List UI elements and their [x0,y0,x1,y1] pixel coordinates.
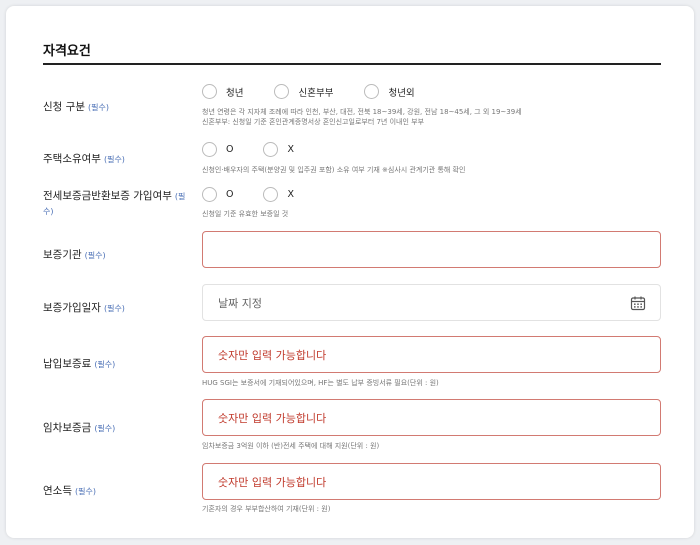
apply-type-radio-group: 청년 신혼부부 청년외 [202,84,415,99]
house-owner-help: 신청인·배우자의 주택(분양권 및 입주권 포함) 소유 여부 기재 ※심사시 … [202,166,466,174]
radio-newlywed[interactable]: 신혼부부 [274,84,333,99]
radio-circle[interactable] [202,187,217,202]
deposit-insurance-label: 전세보증금반환보증 가입여부 (필 수) [43,190,186,216]
income-field[interactable]: 숫자만 입력 가능합니다 [202,463,661,500]
radio-house-no[interactable]: X [263,142,294,157]
calendar-icon[interactable] [630,295,646,311]
section-divider [43,63,661,65]
form-card: 자격요건 신청 구분 (필수) 청년 신혼부부 청년외 청년 연령은 각 지자체 … [6,6,694,538]
rent-deposit-help: 임차보증금 3억원 이하 (반)전세 주택에 대해 지원(단위 : 원) [202,442,380,450]
income-help: 기혼자의 경우 부부합산하여 기재(단위 : 원) [202,505,331,513]
radio-non-youth[interactable]: 청년외 [364,84,415,99]
guarantee-org-label: 보증기관 (필수) [43,249,106,261]
premium-field[interactable]: 숫자만 입력 가능합니다 [202,336,661,373]
guarantee-org-field[interactable] [202,231,661,268]
required-tag: (필수) [74,487,96,496]
required-tag: (필수) [103,155,125,164]
radio-house-yes[interactable]: O [202,142,233,157]
radio-circle[interactable] [202,142,217,157]
join-date-label: 보증가입일자 (필수) [43,302,125,314]
radio-circle[interactable] [274,84,290,99]
premium-help: HUG SGI는 보증서에 기재되어있으며, HF는 별도 납부 증빙서류 필요… [202,379,439,387]
deposit-insurance-radio-group: O X [202,187,294,202]
apply-type-label: 신청 구분 (필수) [43,101,109,113]
income-label: 연소득 (필수) [43,485,96,497]
apply-type-help-2: 신혼부부: 신청일 기준 혼인관계증명서상 혼인신고일로부터 7년 이내인 부부 [202,118,425,126]
section-title: 자격요건 [43,44,91,59]
deposit-insurance-help: 신청일 기준 유효한 보증일 것 [202,210,289,218]
rent-deposit-field[interactable]: 숫자만 입력 가능합니다 [202,399,661,436]
premium-label: 납입보증료 (필수) [43,358,116,370]
radio-youth[interactable]: 청년 [202,84,243,99]
required-tag: (필수) [87,103,109,112]
join-date-picker[interactable]: 날짜 지정 [202,284,661,321]
required-tag: (필수) [94,424,116,433]
radio-circle[interactable] [263,187,279,202]
house-owner-radio-group: O X [202,142,294,157]
rent-deposit-label: 임차보증금 (필수) [43,422,116,434]
join-date-placeholder: 날짜 지정 [218,296,262,310]
house-owner-label: 주택소유여부 (필수) [43,153,125,165]
radio-insurance-no[interactable]: X [263,187,294,202]
radio-circle[interactable] [202,84,217,99]
required-tag: (필수) [103,304,125,313]
radio-circle[interactable] [364,84,380,99]
radio-circle[interactable] [263,142,279,157]
apply-type-help-1: 청년 연령은 각 지자체 조례에 따라 인천, 부산, 대전, 전북 18~39… [202,108,522,116]
radio-insurance-yes[interactable]: O [202,187,233,202]
required-tag: (필수) [94,360,116,369]
required-tag: (필수) [84,251,106,260]
